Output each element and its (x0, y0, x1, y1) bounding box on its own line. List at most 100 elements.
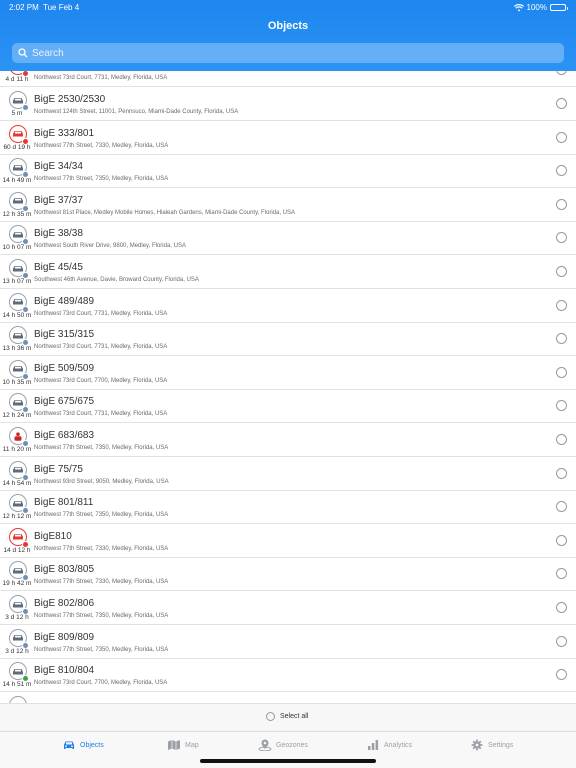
select-checkbox[interactable] (556, 534, 567, 546)
select-checkbox[interactable] (556, 266, 567, 277)
list-item[interactable]: 14 h 50 m BigE 489/489 Northwest 73rd Cour… (0, 289, 576, 323)
select-checkbox[interactable] (556, 131, 567, 143)
list-item[interactable]: 14 d 12 h BigE810 Northwest 77th Street, 7… (0, 524, 576, 558)
vehicle-icon (9, 259, 29, 279)
home-indicator (200, 759, 376, 763)
item-name: BigE 2530/2530 (34, 94, 106, 105)
list-item[interactable]: 13 h 07 m BigE 45/45 Southwest 46th Avenue… (0, 255, 576, 289)
status-date: Tue Feb 4 (43, 3, 80, 12)
select-checkbox[interactable] (556, 635, 567, 647)
select-checkbox[interactable] (556, 434, 567, 445)
geozone-icon (258, 739, 272, 751)
vehicle-icon (9, 225, 29, 246)
select-checkbox[interactable] (556, 400, 567, 412)
item-name: BigE 489/489 (34, 295, 95, 307)
gear-icon (471, 739, 483, 751)
last-update-time: 14 h 50 m (2, 311, 32, 319)
list-item[interactable]: 12 h 35 m BigE 37/37 Northwest 81st Place,… (0, 188, 576, 222)
tab-analytics-label: Analytics (384, 741, 413, 749)
select-all-button[interactable]: Select all (266, 712, 308, 721)
list-item-partial[interactable] (0, 692, 576, 703)
list-item[interactable]: 60 d 19 h BigE 333/801 Northwest 77th Stre… (0, 121, 576, 155)
last-update-time: 12 h 35 m (2, 210, 32, 218)
item-address: Southwest 46th Avenue, Davie, Broward Co… (34, 277, 199, 283)
select-checkbox[interactable] (556, 165, 567, 177)
vehicle-icon (9, 494, 29, 515)
vehicle-icon (9, 292, 29, 313)
item-name: BigE 810/804 (34, 665, 95, 677)
list-item[interactable]: 5 m BigE 2530/2530 Northwest 124th Street,… (0, 87, 576, 121)
select-checkbox[interactable] (556, 299, 567, 311)
select-checkbox[interactable] (556, 669, 567, 681)
item-name: BigE 801/811 (34, 497, 94, 509)
select-checkbox[interactable] (556, 232, 567, 244)
list-item[interactable]: 14 h 54 m BigE 75/75 Northwest 93rd Street… (0, 457, 576, 491)
item-address: Northwest 77th Street, 7330, Medley, Flo… (34, 579, 169, 586)
list-item[interactable]: 3 d 12 h BigE 802/806 Northwest 77th Stree… (0, 591, 576, 625)
select-checkbox[interactable] (556, 602, 567, 613)
last-update-time: 3 d 12 h (5, 614, 29, 621)
item-address: Northwest 73rd Court, 7700, Medley, Flor… (34, 680, 168, 687)
car-icon (64, 741, 74, 749)
vehicle-icon (9, 393, 29, 414)
select-checkbox[interactable] (556, 71, 567, 75)
vehicle-icon (9, 527, 29, 548)
vehicle-icon (9, 71, 29, 77)
list-item[interactable]: 11 h 20 m BigE 683/683 Northwest 77th Stre… (0, 423, 576, 457)
item-name: BigE 315/315 (34, 329, 95, 341)
last-update-time: 19 h 42 m (2, 580, 32, 588)
list-item[interactable]: 14 h 51 m BigE 810/804 Northwest 73rd Cour… (0, 658, 576, 693)
item-name: BigE 38/38 (34, 228, 83, 240)
tab-settings[interactable]: Settings (470, 739, 513, 751)
list-item-partial[interactable]: 4 d 11 h Northwest 73rd Court, 7731, Med… (0, 71, 576, 87)
last-update-time: 12 h 24 m (2, 412, 32, 420)
analytics-icon (368, 740, 379, 750)
item-name: BigE 333/801 (34, 127, 95, 139)
select-checkbox[interactable] (556, 467, 567, 479)
tab-analytics[interactable]: Analytics (366, 739, 412, 751)
tab-geozones-label: Geozones (276, 741, 308, 749)
select-checkbox[interactable] (556, 501, 567, 513)
tab-objects[interactable]: Objects (62, 739, 104, 751)
item-name: BigE 675/675 (34, 396, 95, 408)
vehicle-icon (9, 695, 27, 703)
map-icon (168, 740, 180, 750)
select-checkbox[interactable] (556, 98, 567, 109)
list-item[interactable]: 10 h 35 m BigE 509/509 Northwest 73rd Cour… (0, 356, 576, 390)
app-header: 2:02 PM Tue Feb 4 100% Objects (0, 0, 576, 71)
select-checkbox[interactable] (556, 198, 567, 210)
item-name: BigE 75/75 (34, 463, 83, 475)
list-item[interactable]: 12 h 24 m BigE 675/675 Northwest 73rd Cour… (0, 389, 576, 424)
item-address: Northwest 81st Place, Medley Mobile Home… (34, 209, 295, 216)
item-name: BigE 34/34 (34, 161, 83, 173)
select-checkbox[interactable] (556, 568, 567, 580)
item-name: BigE 802/806 (34, 598, 95, 609)
item-address: Northwest 73rd Court, 7731, Medley, Flor… (34, 75, 168, 81)
item-address: Northwest 73rd Court, 7731, Medley, Flor… (34, 344, 168, 351)
item-address: Northwest 73rd Court, 7731, Medley, Flor… (34, 310, 168, 317)
select-checkbox[interactable] (556, 366, 567, 378)
item-address: Northwest 77th Street, 7350, Medley, Flo… (34, 613, 169, 619)
wifi-icon (513, 3, 524, 11)
last-update-time: 60 d 19 h (3, 143, 31, 151)
item-address: Northwest 77th Street, 7330, Medley, Flo… (34, 142, 169, 149)
page-title: Objects (267, 20, 309, 32)
item-name: BigE 45/45 (34, 262, 83, 273)
list-item[interactable]: 19 h 42 m BigE 803/805 Northwest 77th Stre… (0, 557, 576, 592)
search-input[interactable] (32, 47, 564, 59)
list-item[interactable]: 14 h 49 m BigE 34/34 Northwest 77th Street… (0, 154, 576, 189)
select-all-label: Select all (280, 713, 309, 720)
list-item[interactable]: 10 h 07 m BigE 38/38 Northwest South River… (0, 221, 576, 256)
objects-list[interactable]: 4 d 11 h Northwest 73rd Court, 7731, Med… (0, 71, 576, 703)
item-address: Northwest 73rd Court, 7731, Medley, Flor… (34, 411, 168, 418)
list-item[interactable]: 13 h 36 m BigE 315/315 Northwest 73rd Cour… (0, 322, 576, 357)
item-name: BigE810 (34, 530, 72, 542)
tab-geozones[interactable]: Geozones (258, 739, 308, 751)
item-name: BigE 683/683 (34, 430, 95, 441)
search-bar[interactable] (12, 43, 564, 63)
tab-map[interactable]: Map (167, 739, 199, 751)
select-checkbox[interactable] (556, 333, 567, 345)
select-all-checkbox[interactable] (266, 712, 275, 721)
list-item[interactable]: 12 h 12 m BigE 801/811 Northwest 77th Stre… (0, 490, 576, 525)
list-item[interactable]: 3 d 12 h BigE 809/809 Northwest 77th Stree… (0, 625, 576, 659)
